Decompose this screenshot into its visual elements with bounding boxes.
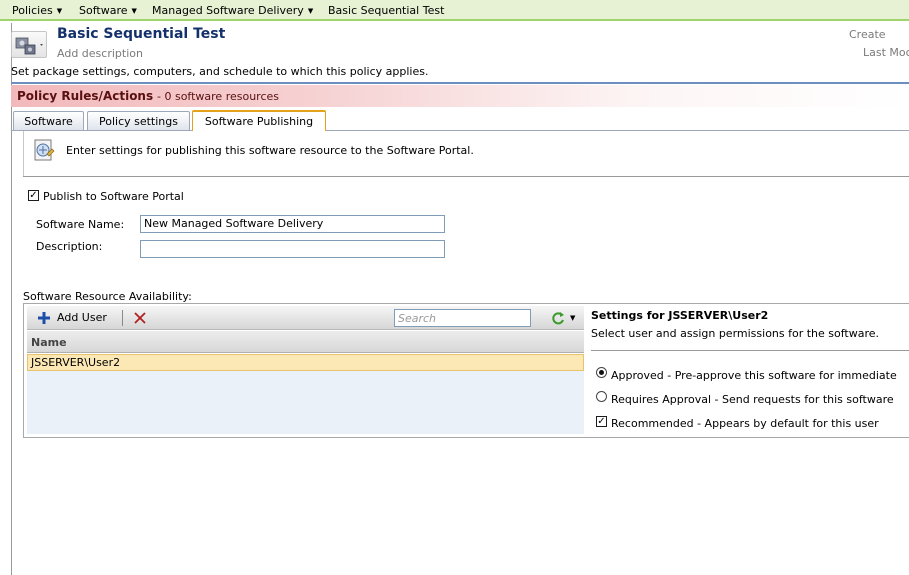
- add-icon: [37, 311, 51, 325]
- settings-title: Settings for JSSERVER\User2: [591, 309, 769, 322]
- breadcrumb: Policies ▼ Software ▼ Managed Software Del…: [0, 0, 909, 21]
- breadcrumb-policies[interactable]: Policies ▼: [12, 4, 62, 17]
- approved-radio[interactable]: [596, 367, 607, 378]
- page-title: Basic Sequential Test: [57, 26, 226, 42]
- software-name-label: Software Name:: [36, 218, 125, 231]
- software-resource-count: - 0 software resources: [157, 90, 280, 103]
- approved-label: Approved - Pre-approve this software for…: [611, 369, 897, 382]
- header-divider: [11, 82, 909, 84]
- chevron-down-icon: ▼: [131, 7, 137, 15]
- breadcrumb-managed-software-delivery[interactable]: Managed Software Delivery ▼: [152, 4, 313, 17]
- breadcrumb-current: Basic Sequential Test: [328, 4, 444, 17]
- refresh-icon[interactable]: [551, 310, 565, 326]
- tab-policy-settings[interactable]: Policy settings: [87, 111, 190, 131]
- tab-software[interactable]: Software: [13, 111, 84, 131]
- add-description-link[interactable]: Add description: [57, 47, 143, 60]
- software-portal-icon: [31, 137, 57, 163]
- settings-divider: [591, 350, 909, 351]
- table-row[interactable]: JSSERVER\User2: [27, 354, 584, 371]
- breadcrumb-label: Policies: [12, 4, 53, 17]
- last-modified-label: Last Moc: [863, 46, 909, 59]
- recommended-label: Recommended - Appears by default for thi…: [611, 417, 879, 430]
- package-settings-text: Set package settings, computers, and sch…: [11, 65, 429, 78]
- breadcrumb-label: Basic Sequential Test: [328, 4, 445, 17]
- refresh-dropdown-icon[interactable]: ▼: [570, 314, 575, 322]
- chevron-down-icon: ▼: [307, 7, 314, 15]
- breadcrumb-label: Managed Software Delivery: [152, 4, 304, 17]
- description-input[interactable]: [140, 240, 445, 258]
- policy-icon: [15, 37, 43, 55]
- tab-strip-border: [11, 130, 909, 131]
- publishing-info-text: Enter settings for publishing this softw…: [66, 144, 474, 157]
- add-user-button[interactable]: Add User: [57, 311, 107, 324]
- toolbar-separator: [122, 310, 123, 326]
- tab-software-publishing[interactable]: Software Publishing: [192, 110, 326, 131]
- description-label: Description:: [36, 240, 103, 253]
- publish-checkbox[interactable]: ✓: [28, 190, 39, 201]
- requires-approval-radio[interactable]: [596, 391, 607, 402]
- settings-subtitle: Select user and assign permissions for t…: [591, 327, 880, 340]
- chevron-down-icon: ▼: [56, 7, 63, 15]
- info-divider: [23, 176, 909, 177]
- availability-label: Software Resource Availability:: [23, 290, 192, 303]
- grid-column-name[interactable]: Name: [27, 331, 584, 353]
- publish-label: Publish to Software Portal: [43, 190, 184, 203]
- panel-divider: [23, 131, 24, 177]
- requires-approval-label: Requires Approval - Send requests for th…: [611, 393, 894, 406]
- recommended-checkbox[interactable]: ✓: [596, 416, 607, 427]
- policy-rules-title: Policy Rules/Actions: [17, 89, 154, 103]
- software-name-input[interactable]: New Managed Software Delivery: [140, 215, 445, 233]
- created-label: Create: [849, 28, 886, 41]
- breadcrumb-label: Software: [79, 4, 128, 17]
- search-input[interactable]: Search: [394, 309, 531, 327]
- delete-icon[interactable]: [133, 311, 147, 325]
- policy-menu-icon[interactable]: [11, 31, 47, 58]
- breadcrumb-software[interactable]: Software ▼: [79, 4, 137, 17]
